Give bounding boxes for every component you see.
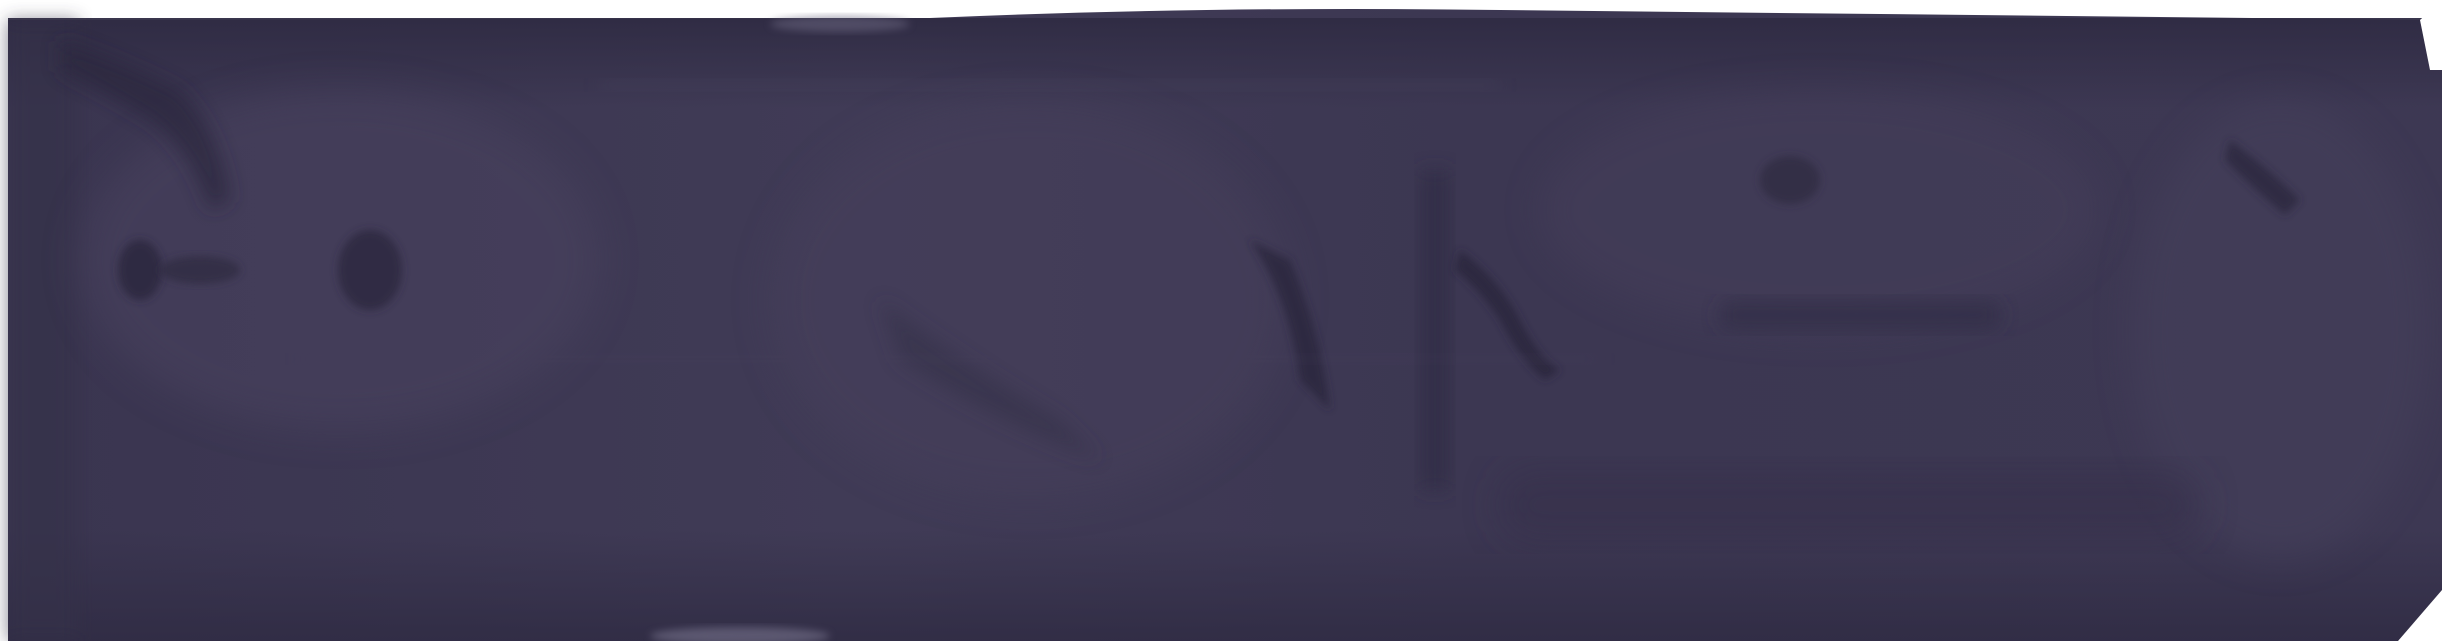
dark-vertical-line	[1420, 170, 1450, 490]
blurred-panel-illustration	[0, 0, 2442, 641]
image-canvas	[0, 0, 2442, 641]
dark-blob-right	[1760, 156, 1820, 204]
streak-upper	[600, 80, 1500, 90]
dark-blob-left-1	[118, 240, 162, 300]
dark-bar-right	[1720, 300, 2000, 330]
left-edge-shade	[8, 20, 78, 641]
dark-blob-left-3	[160, 256, 240, 284]
streak-middle	[300, 355, 1600, 363]
light-patch-center	[770, 100, 1290, 500]
light-patch-right	[1540, 90, 2100, 330]
highlight-top	[770, 16, 910, 32]
bottom-shade	[8, 530, 2442, 641]
dark-blob-left-2	[338, 230, 402, 310]
dark-band-lower	[1500, 470, 2200, 540]
